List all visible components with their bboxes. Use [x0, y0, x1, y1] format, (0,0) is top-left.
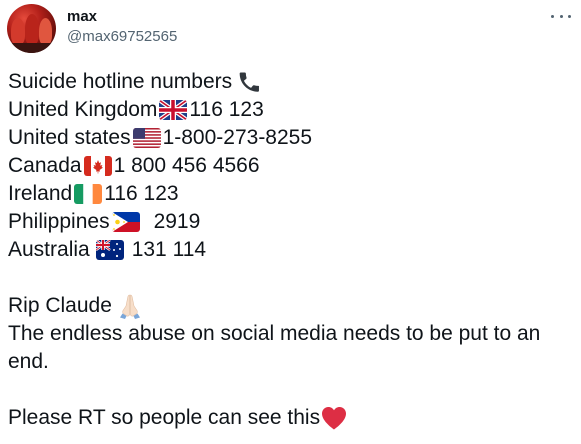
abuse-text: The endless abuse on social media needs …	[8, 322, 541, 373]
hotline-heading: Suicide hotline numbers	[8, 68, 576, 96]
avatar-figure	[11, 18, 25, 44]
tweet: max @max69752565 Suicide hotline numbers…	[0, 0, 581, 444]
hotline-entry-canada: Canada 1 800 456 4566	[8, 152, 576, 180]
australia-flag-icon	[95, 240, 124, 260]
hotline-number: 131 114	[131, 238, 207, 261]
author-handle[interactable]: @max69752565	[67, 28, 177, 46]
avatar[interactable]	[7, 4, 56, 53]
us-flag-icon	[132, 128, 161, 148]
hotline-number: 2919	[153, 210, 201, 233]
philippines-flag-icon	[111, 212, 140, 232]
tweet-text: Suicide hotline numbers United Kingdom 1…	[8, 68, 576, 432]
author-name[interactable]: max	[67, 8, 97, 26]
country-name: Ireland	[8, 182, 73, 205]
ireland-flag-icon	[74, 184, 103, 204]
rip-line: Rip Claude	[8, 292, 576, 320]
hotline-entry-australia: Australia 131 114	[8, 236, 576, 264]
country-name: Australia	[8, 238, 90, 261]
hotline-number: 116 123	[104, 182, 179, 205]
country-name: Philippines	[8, 210, 110, 233]
country-name: Canada	[8, 154, 82, 177]
more-dot	[559, 14, 563, 18]
country-name: United states	[8, 126, 131, 149]
hotline-entry-ireland: Ireland 116 123	[8, 180, 576, 208]
hotline-entry-uk: United Kingdom 116 123	[8, 96, 576, 124]
rt-text: Please RT so people can see this	[8, 406, 321, 429]
hotline-number: 116 123	[189, 98, 264, 121]
hotline-entry-us: United states 1-800-273-8255	[8, 124, 576, 152]
telephone-icon	[236, 69, 262, 95]
red-heart-icon	[320, 405, 348, 431]
folded-hands-icon	[116, 292, 144, 320]
hotline-heading-text: Suicide hotline numbers	[8, 70, 233, 93]
avatar-figure	[25, 14, 39, 44]
uk-flag-icon	[159, 100, 188, 120]
more-dot	[551, 14, 554, 18]
canada-flag-icon	[83, 156, 112, 176]
avatar-ground	[7, 43, 56, 53]
rip-text: Rip Claude	[8, 294, 112, 317]
country-name: United Kingdom	[8, 98, 158, 121]
rt-line: Please RT so people can see this	[8, 404, 576, 432]
hotline-entry-philippines: Philippines 2919	[8, 208, 576, 236]
hotline-number: 1-800-273-8255	[162, 126, 313, 149]
hotline-number: 1 800 456 4566	[113, 154, 260, 177]
more-horizontal-icon[interactable]	[551, 10, 571, 22]
more-dot	[568, 14, 571, 18]
avatar-figure	[39, 18, 52, 44]
